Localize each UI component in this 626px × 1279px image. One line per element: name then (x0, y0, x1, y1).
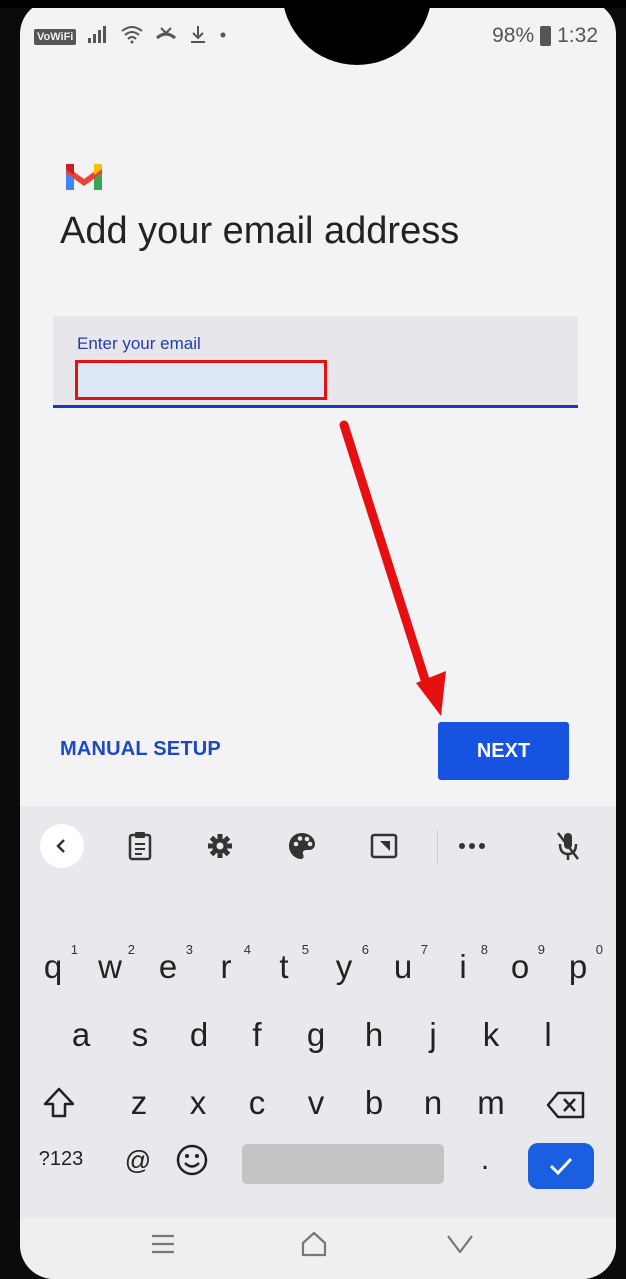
key-label: o (510, 948, 530, 985)
toolbar-divider (437, 830, 438, 864)
key-m[interactable]: m (470, 1084, 512, 1122)
key-g[interactable]: g (295, 1016, 337, 1054)
key-z[interactable]: z (118, 1084, 160, 1122)
key-label: y (335, 948, 353, 985)
key-p[interactable]: p0 (557, 942, 603, 986)
backspace-key[interactable] (546, 1090, 586, 1125)
key-i[interactable]: i8 (442, 942, 488, 986)
key-w[interactable]: w2 (89, 942, 135, 986)
key-number-hint: 6 (361, 942, 369, 957)
back-icon[interactable] (40, 824, 84, 868)
check-icon (549, 1157, 573, 1176)
key-f[interactable]: f (236, 1016, 278, 1054)
key-number-hint: 5 (301, 942, 309, 957)
key-number-hint: 1 (70, 942, 78, 957)
period-key[interactable]: . (464, 1143, 506, 1177)
space-key[interactable] (242, 1144, 444, 1184)
key-l[interactable]: l (527, 1016, 569, 1054)
key-u[interactable]: u7 (382, 942, 428, 986)
key-b[interactable]: b (353, 1084, 395, 1122)
key-q[interactable]: q1 (32, 942, 78, 986)
key-y[interactable]: y6 (323, 942, 369, 986)
key-number-hint: 7 (420, 942, 428, 957)
key-label: e (158, 948, 178, 985)
resize-icon[interactable] (364, 826, 404, 866)
phone-screen: VoWiFi 98% 1:32 Add your email address E… (20, 0, 616, 1279)
key-s[interactable]: s (119, 1016, 161, 1054)
key-h[interactable]: h (353, 1016, 395, 1054)
shift-key[interactable] (42, 1086, 76, 1125)
key-o[interactable]: o9 (499, 942, 545, 986)
top-bezel (0, 0, 626, 8)
key-number-hint: 0 (595, 942, 603, 957)
home-icon[interactable] (300, 1230, 328, 1266)
key-d[interactable]: d (178, 1016, 220, 1054)
annotation-arrow (339, 420, 446, 716)
key-label: u (393, 948, 413, 985)
emoji-icon (176, 1144, 208, 1176)
palette-icon[interactable] (282, 826, 322, 866)
at-key[interactable]: @ (117, 1145, 159, 1176)
back-nav-icon[interactable] (445, 1230, 475, 1264)
key-a[interactable]: a (60, 1016, 102, 1054)
emoji-key[interactable] (175, 1143, 209, 1182)
key-c[interactable]: c (236, 1084, 278, 1122)
mic-off-icon[interactable] (548, 826, 588, 866)
phone-frame: VoWiFi 98% 1:32 Add your email address E… (0, 0, 626, 1279)
key-number-hint: 3 (185, 942, 193, 957)
symbols-key[interactable]: ?123 (30, 1148, 92, 1171)
key-label: p (568, 948, 588, 985)
next-button[interactable]: NEXT (438, 722, 569, 780)
recent-apps-icon[interactable] (150, 1230, 176, 1264)
shift-icon (43, 1087, 75, 1118)
enter-key[interactable] (528, 1143, 594, 1189)
key-label: t (279, 948, 289, 985)
keyboard-toolbar (20, 820, 616, 876)
key-number-hint: 2 (127, 942, 135, 957)
key-t[interactable]: t5 (263, 942, 309, 986)
manual-setup-button[interactable]: MANUAL SETUP (60, 738, 221, 761)
navigation-bar (20, 1218, 616, 1279)
key-label: q (43, 948, 63, 985)
key-r[interactable]: r4 (205, 942, 252, 986)
key-number-hint: 4 (243, 942, 251, 957)
key-e[interactable]: e3 (147, 942, 193, 986)
key-label: i (459, 948, 467, 985)
key-label: w (98, 948, 122, 985)
key-number-hint: 8 (480, 942, 488, 957)
key-k[interactable]: k (470, 1016, 512, 1054)
key-j[interactable]: j (412, 1016, 454, 1054)
key-number-hint: 9 (537, 942, 545, 957)
backspace-icon (546, 1091, 585, 1119)
more-icon[interactable] (452, 826, 492, 866)
key-label: r (220, 948, 232, 985)
key-v[interactable]: v (295, 1084, 337, 1122)
key-x[interactable]: x (177, 1084, 219, 1122)
settings-icon[interactable] (200, 826, 240, 866)
clipboard-icon[interactable] (120, 826, 160, 866)
key-n[interactable]: n (412, 1084, 454, 1122)
